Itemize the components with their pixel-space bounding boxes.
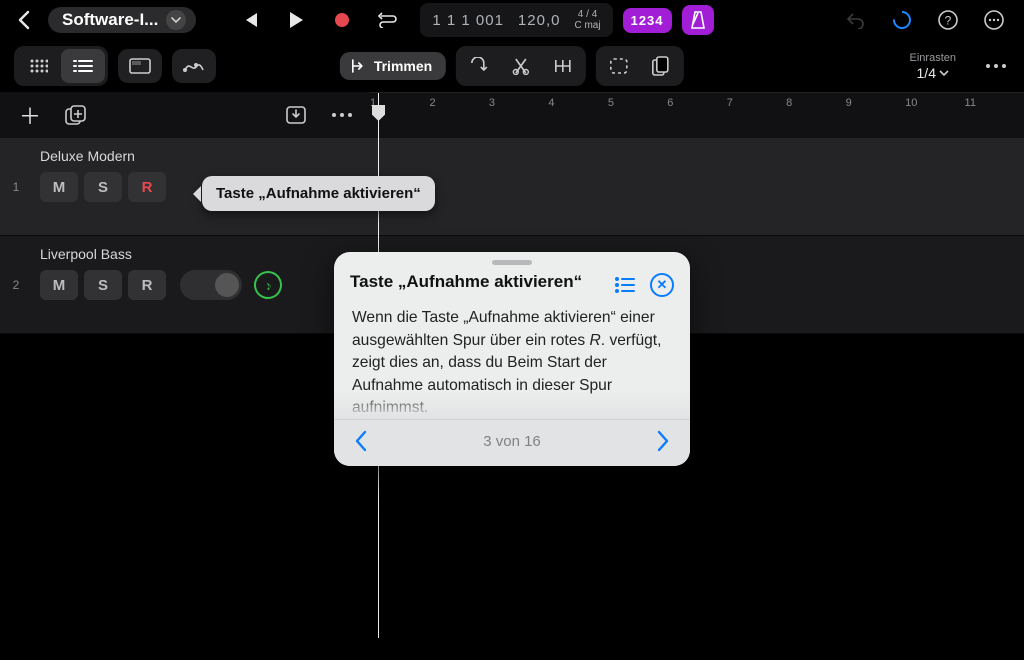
mute-button[interactable]: M [40, 172, 78, 202]
loop-tool-button[interactable] [459, 49, 499, 83]
ruler-bar: 7 [727, 97, 786, 109]
trim-icon [350, 58, 366, 74]
tempo-display: 120,0 [518, 12, 561, 29]
snap-value: 1/4 [917, 65, 936, 81]
snap-setting[interactable]: Einrasten 1/4 [910, 52, 956, 81]
grid-view-button[interactable] [17, 49, 61, 83]
ruler-bar: 5 [608, 97, 667, 109]
back-button[interactable] [10, 6, 38, 34]
region-view-button[interactable] [118, 49, 162, 83]
track-header-more-button[interactable] [328, 101, 356, 129]
toolbar-more-button[interactable] [982, 52, 1010, 80]
track-row[interactable]: 1 Deluxe Modern M S R [0, 138, 1024, 236]
mute-button[interactable]: M [40, 270, 78, 300]
prev-tip-button[interactable] [354, 430, 368, 452]
metronome-button[interactable] [682, 5, 714, 35]
track-index: 1 [0, 138, 32, 235]
track-lane[interactable] [370, 138, 1024, 235]
go-to-start-button[interactable] [236, 6, 264, 34]
trim-tool-button[interactable]: Trimmen [340, 52, 446, 80]
position-display: 1 1 1 001 [432, 12, 504, 29]
ruler-bar: 6 [667, 97, 726, 109]
marquee-tool-button[interactable] [599, 49, 639, 83]
record-enable-button[interactable]: R [128, 172, 166, 202]
tooltip-text: Taste „Aufnahme aktivieren“ [216, 185, 421, 202]
count-in-button[interactable]: 1234 [623, 8, 672, 33]
import-button[interactable] [282, 101, 310, 129]
undo-button[interactable] [842, 6, 870, 34]
popover-page: 3 von 16 [483, 433, 541, 450]
duplicate-track-button[interactable] [62, 101, 90, 129]
popover-body: Wenn die Taste „Aufnahme aktivieren“ ein… [334, 307, 690, 419]
input-icon[interactable]: ♪ [250, 267, 286, 303]
record-enable-button[interactable]: R [128, 270, 166, 300]
lcd-display[interactable]: 1 1 1 001 120,0 4 / 4 C maj [420, 3, 612, 37]
project-title: Software-I... [62, 10, 158, 30]
popover-title: Taste „Aufnahme aktivieren“ [350, 271, 604, 292]
monitor-switch[interactable] [180, 270, 242, 300]
ruler-bar: 10 [905, 97, 964, 109]
close-button[interactable]: ✕ [650, 273, 674, 297]
signature-display: 4 / 4 C maj [574, 9, 600, 32]
ruler-bar: 3 [489, 97, 548, 109]
list-icon[interactable] [614, 276, 636, 294]
track-name[interactable]: Liverpool Bass [40, 246, 362, 262]
track-index: 2 [0, 236, 32, 333]
timeline-ruler[interactable]: 1234567891011 [370, 92, 1024, 138]
stretch-tool-button[interactable] [543, 49, 583, 83]
solo-button[interactable]: S [84, 172, 122, 202]
split-tool-button[interactable] [501, 49, 541, 83]
cycle-button[interactable] [374, 6, 402, 34]
view-mode-group [14, 46, 108, 86]
snap-label: Einrasten [910, 52, 956, 64]
svg-text:?: ? [945, 14, 952, 28]
trim-label: Trimmen [374, 58, 432, 74]
ruler-bar: 11 [965, 97, 1024, 109]
help-button[interactable]: ? [934, 6, 962, 34]
progress-ring-icon[interactable] [888, 6, 916, 34]
chevron-down-icon [939, 69, 949, 77]
automation-view-button[interactable] [172, 49, 216, 83]
help-tooltip: Taste „Aufnahme aktivieren“ [202, 176, 435, 211]
add-track-button[interactable]: ＋ [16, 101, 44, 129]
help-popover: Taste „Aufnahme aktivieren“ ✕ Wenn die T… [334, 252, 690, 466]
record-button[interactable] [328, 6, 356, 34]
ruler-bar: 8 [786, 97, 845, 109]
more-button[interactable] [980, 6, 1008, 34]
ruler-bar: 2 [429, 97, 488, 109]
ruler-bar: 9 [846, 97, 905, 109]
ruler-bar: 4 [548, 97, 607, 109]
next-tip-button[interactable] [656, 430, 670, 452]
copy-tool-button[interactable] [641, 49, 681, 83]
project-title-pill[interactable]: Software-I... [48, 7, 196, 33]
drag-handle[interactable] [492, 260, 532, 265]
track-name[interactable]: Deluxe Modern [40, 148, 362, 164]
chevron-down-icon [166, 10, 186, 30]
play-button[interactable] [282, 6, 310, 34]
list-view-button[interactable] [61, 49, 105, 83]
solo-button[interactable]: S [84, 270, 122, 300]
